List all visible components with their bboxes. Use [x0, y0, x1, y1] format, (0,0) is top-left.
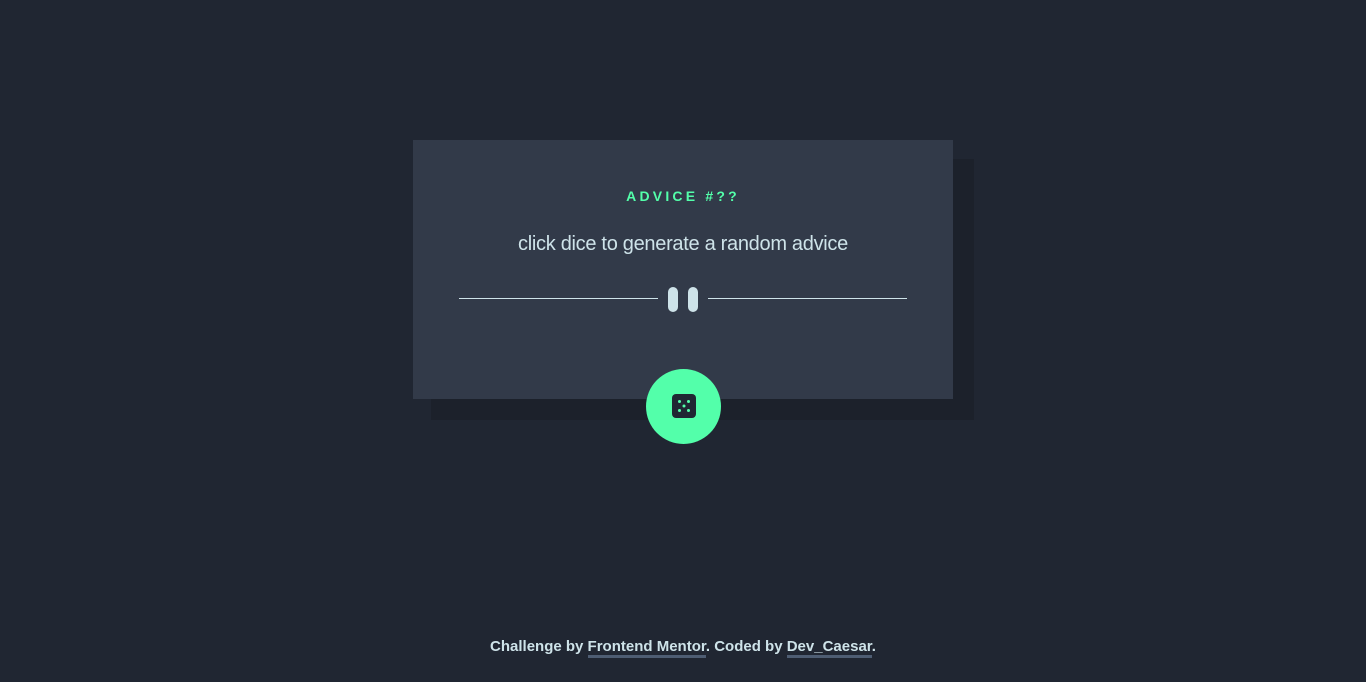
advice-card — [413, 140, 953, 399]
footer-middle: . Coded by — [705, 638, 783, 655]
divider-right-line — [708, 298, 907, 299]
advice-id: ADVICE #?? — [626, 188, 740, 204]
author-link[interactable]: Dev_Caesar — [786, 638, 872, 658]
divider-left-line — [459, 298, 658, 299]
footer-prefix: Challenge by — [490, 638, 584, 655]
advice-text: click dice to generate a random advice — [518, 233, 848, 255]
generate-advice-button[interactable] — [646, 369, 721, 444]
pause-icon-left-bar — [668, 287, 678, 312]
frontend-mentor-link[interactable]: Frontend Mentor — [587, 638, 706, 658]
pause-icon-right-bar — [688, 287, 698, 312]
page: ADVICE #?? click dice to generate a rand… — [0, 0, 1366, 682]
footer-suffix: . — [871, 638, 876, 655]
attribution-footer: Challenge by Frontend Mentor. Coded by D… — [0, 637, 1366, 658]
dice-icon — [672, 394, 696, 418]
